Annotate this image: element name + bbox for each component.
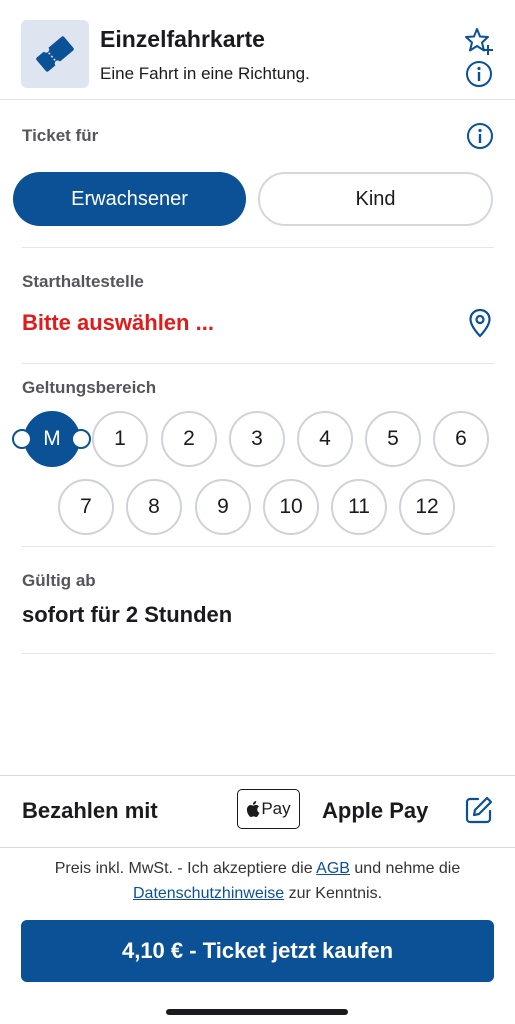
divider — [22, 546, 494, 547]
ticket-icon — [21, 20, 89, 88]
adult-toggle[interactable]: Erwachsener — [13, 172, 246, 226]
zone-m-right-connector — [71, 429, 91, 449]
start-stop-label: Starthaltestelle — [22, 272, 144, 291]
zone-2-button[interactable]: 2 — [161, 411, 217, 467]
location-pin-icon[interactable] — [466, 307, 494, 339]
payment-method-name: Apple Pay — [322, 798, 429, 823]
payment-bar: Bezahlen mit Pay Apple Pay — [0, 775, 515, 848]
apple-pay-badge: Pay — [237, 789, 300, 829]
valid-from-value[interactable]: sofort für 2 Stunden — [22, 602, 232, 628]
info-icon[interactable] — [464, 59, 494, 89]
legal-notice: Preis inkl. MwSt. - Ich akzeptiere die A… — [54, 860, 461, 902]
valid-from-label: Gültig ab — [22, 571, 96, 590]
zone-3-button[interactable]: 3 — [229, 411, 285, 467]
child-toggle[interactable]: Kind — [258, 172, 493, 226]
star-plus-icon[interactable] — [462, 24, 496, 58]
zone-m-left-connector — [12, 429, 32, 449]
zone-7-button[interactable]: 7 — [58, 479, 114, 535]
start-stop-select[interactable]: Bitte auswählen ... — [22, 310, 214, 336]
zone-12-button[interactable]: 12 — [399, 479, 455, 535]
zone-10-button[interactable]: 10 — [263, 479, 319, 535]
zone-4-button[interactable]: 4 — [297, 411, 353, 467]
zone-9-button[interactable]: 9 — [195, 479, 251, 535]
apple-pay-badge-text: Pay — [261, 799, 291, 818]
edit-icon[interactable] — [463, 794, 495, 826]
divider — [22, 653, 494, 654]
zone-5-button[interactable]: 5 — [365, 411, 421, 467]
zone-1-button[interactable]: 1 — [92, 411, 148, 467]
page-subtitle: Eine Fahrt in eine Richtung. — [100, 64, 310, 83]
agb-link[interactable]: AGB — [316, 860, 350, 877]
privacy-link[interactable]: Datenschutzhinweise — [133, 885, 284, 902]
home-indicator[interactable] — [166, 1009, 348, 1015]
ticket-header: Einzelfahrkarte Eine Fahrt in eine Richt… — [0, 0, 515, 100]
pay-with-label: Bezahlen mit — [22, 798, 158, 823]
page-title: Einzelfahrkarte — [100, 26, 265, 52]
zones-label: Geltungsbereich — [22, 378, 157, 397]
zone-11-button[interactable]: 11 — [331, 479, 387, 535]
divider — [22, 363, 494, 364]
apple-logo-icon — [247, 801, 260, 817]
ticket-for-info-icon[interactable] — [465, 121, 495, 151]
ticket-for-label: Ticket für — [22, 126, 99, 145]
zone-6-button[interactable]: 6 — [433, 411, 489, 467]
buy-ticket-button[interactable]: 4,10 € - Ticket jetzt kaufen — [21, 920, 494, 982]
zone-8-button[interactable]: 8 — [126, 479, 182, 535]
divider — [22, 247, 494, 248]
